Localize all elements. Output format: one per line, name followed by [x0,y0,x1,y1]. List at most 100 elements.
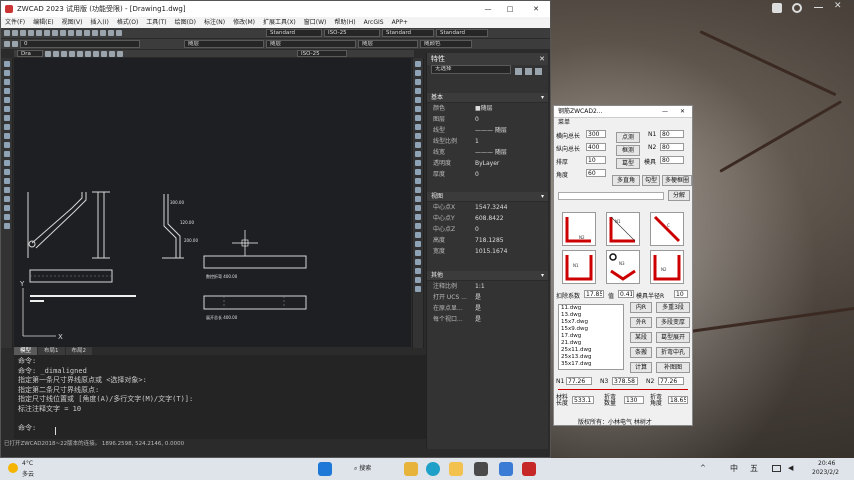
gear-icon[interactable] [792,3,802,13]
section-view[interactable]: 视图 ▾ [427,192,548,202]
layer-tool-icon[interactable] [415,205,421,211]
menu-item[interactable]: ArcGIS [364,17,384,28]
trim-icon[interactable] [415,142,421,148]
property-row[interactable]: 线型比例 1 [427,136,548,147]
shield-icon[interactable] [772,3,782,13]
multi-corner-button[interactable]: 多直角 [612,175,640,186]
shape-button[interactable]: 葛型 [616,158,640,169]
explode-icon[interactable] [415,196,421,202]
color-select[interactable]: 随层 [184,40,264,48]
menu-item[interactable]: 视图(V) [62,17,83,28]
volume-icon[interactable]: ◀ [788,464,793,472]
start-icon[interactable] [318,462,332,476]
property-row[interactable]: 线型 ——— 随层 [427,125,548,136]
property-row[interactable]: 透明度 ByLayer [427,158,548,169]
extend-icon[interactable] [415,151,421,157]
pan-icon[interactable] [76,30,82,36]
audit-icon[interactable] [415,277,421,283]
angle2-input[interactable] [668,396,688,404]
rectangle-icon[interactable] [3,97,10,103]
fillet-icon[interactable] [415,187,421,193]
zwcad-icon[interactable] [522,462,536,476]
f1-input[interactable] [586,130,606,138]
menu-item[interactable]: 绘图(D) [175,17,196,28]
redo-icon[interactable] [68,30,74,36]
weather-icon[interactable] [8,463,18,473]
mirror-icon[interactable] [415,79,421,85]
ellipse-arc-icon[interactable] [3,151,10,157]
calc-icon[interactable] [108,30,114,36]
selection-select[interactable]: 无选择 [431,65,511,74]
tab-layout2[interactable]: 布局2 [65,347,93,355]
minimize-button[interactable]: — [479,1,497,17]
cut-icon[interactable] [36,30,42,36]
menu-item[interactable]: 编辑(E) [33,17,53,28]
maximize-button[interactable]: □ [501,1,519,17]
property-row[interactable]: 每个视口... 是 [427,314,548,325]
plot-style-select[interactable]: 随颜色 [420,40,472,48]
menu-item[interactable]: 插入(I) [90,17,108,28]
menu-item[interactable]: 格式(O) [117,17,138,28]
spline-icon[interactable] [3,133,10,139]
linetype-select[interactable]: 随层 [266,40,356,48]
table-style-select[interactable]: Standard [382,29,434,37]
text-style-select[interactable]: Standard [266,29,322,37]
erase-icon[interactable] [415,61,421,67]
ime-chinese[interactable]: 中 [730,463,738,474]
file-explorer-icon[interactable] [404,462,418,476]
table-icon[interactable] [3,214,10,220]
len-input[interactable] [572,396,594,404]
dialog-menu[interactable]: 菜单 [554,118,692,127]
drawing-canvas[interactable]: 300.00 120.00 200.00 数控折弯 400.00 展开总长 40… [14,58,411,347]
region-icon[interactable] [3,205,10,211]
dialog-close-button[interactable]: ✕ [680,106,685,118]
arc-icon[interactable] [3,106,10,112]
move-icon[interactable] [415,106,421,112]
menu-item[interactable]: 工具(T) [146,17,166,28]
edge-icon[interactable] [426,462,440,476]
save-icon[interactable] [20,30,26,36]
clock-time[interactable]: 20:46 [818,460,835,467]
app-icon-2[interactable] [499,462,513,476]
property-row[interactable]: 打开 UCS ... 是 [427,292,548,303]
copy-object-icon[interactable] [415,70,421,76]
dist-icon[interactable] [415,232,421,238]
ortho-icon[interactable] [61,50,67,57]
clock-date[interactable]: 2023/2/2 [812,469,839,476]
property-row[interactable]: 中心点Y 608.8422 [427,213,548,224]
copy-icon[interactable] [44,30,50,36]
network-icon[interactable] [772,465,781,472]
command-window[interactable]: 命令: 命令: _dimaligned 指定第一条尺寸界线原点或 <选择对象>: 指定… [14,355,426,439]
split-button[interactable]: 分解 [668,190,690,201]
polyline-icon[interactable] [3,79,10,85]
property-row[interactable]: 注释比例 1:1 [427,281,548,292]
file-list-item[interactable]: 17.dwg [561,333,623,340]
match-prop-icon[interactable] [415,214,421,220]
circle-icon[interactable] [3,115,10,121]
properties-icon[interactable] [100,30,106,36]
rotate-icon[interactable] [415,115,421,121]
help-icon[interactable] [116,30,122,36]
dim-aligned-icon[interactable] [93,50,99,57]
shape-cell-2[interactable]: N1 [606,212,640,246]
calc-button[interactable]: 计算 [630,362,652,373]
dim-style-select[interactable]: ISO-25 [324,29,380,37]
multi-hook-button[interactable]: 多梗框圈 [662,175,692,186]
bend-hole-button[interactable]: 折弯中孔 [656,347,690,358]
outer-r-button[interactable]: 外R [630,317,652,328]
app-icon-1[interactable] [474,462,488,476]
close-button[interactable]: ✕ [525,1,547,17]
purge-icon[interactable] [415,268,421,274]
id-icon[interactable] [415,259,421,265]
property-row[interactable]: 中心点X 1547.3244 [427,202,548,213]
workspace-tab[interactable]: Dra [17,50,43,57]
property-row[interactable]: 高度 718.1285 [427,235,548,246]
dim-linear-icon[interactable] [85,50,91,57]
search-box[interactable]: ⌕ 搜索 [354,462,404,476]
section-basic[interactable]: 基本 ▾ [427,93,548,103]
multileader-style-select[interactable]: Standard [436,29,488,37]
file-list[interactable]: 11.dwg 13.dwg 15x7.dwg 15x9.dwg 17.dwg 21.dwg… [558,304,624,370]
palette-close-icon[interactable]: ✕ [539,53,545,65]
n2b-input[interactable] [658,377,684,385]
shape-cell-4[interactable]: N1 [562,250,596,284]
